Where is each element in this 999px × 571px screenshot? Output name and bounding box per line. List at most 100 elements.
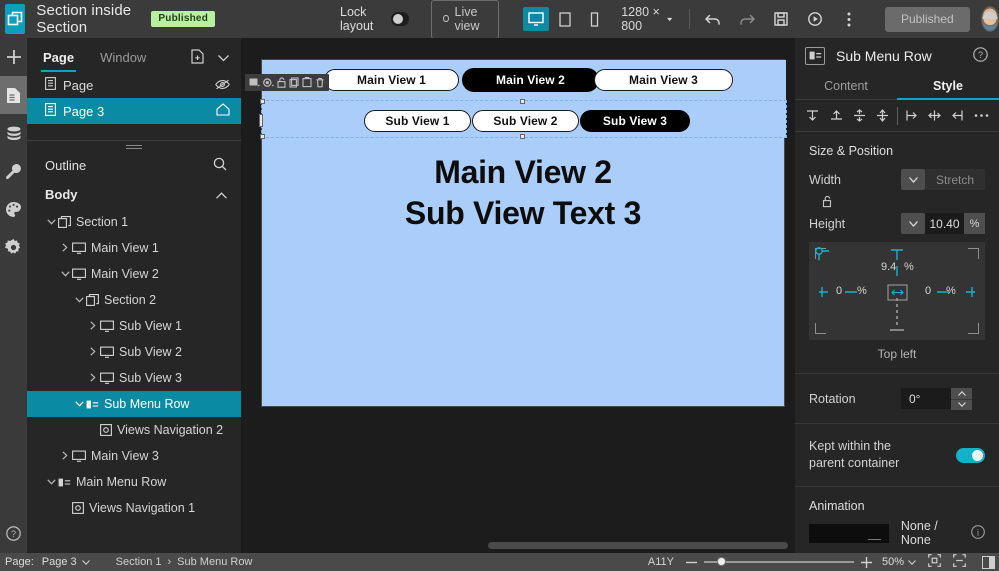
position-left-unit[interactable]: % (857, 285, 867, 297)
help-icon[interactable]: ? (0, 519, 27, 547)
height-mode-dropdown[interactable] (901, 213, 925, 234)
breadcrumb-item-1[interactable]: Sub Menu Row (177, 556, 252, 568)
live-view-button[interactable]: Live view (431, 0, 500, 39)
more-align-icon[interactable] (970, 104, 993, 128)
image-fill-icon[interactable] (249, 78, 260, 88)
page-list-item-selected[interactable]: Page 3 (27, 98, 241, 124)
canvas-tab-main-view-2[interactable]: Main View 2 (462, 68, 599, 92)
align-center-icon[interactable] (923, 104, 946, 128)
align-middle-icon[interactable] (824, 104, 847, 128)
canvas-area[interactable]: Main View 1 Main View 2 Main View 3 Sub … (241, 38, 795, 553)
canvas-tab-main-view-1[interactable]: Main View 1 (324, 69, 459, 91)
tree-caret-right-icon[interactable] (59, 450, 71, 462)
search-icon[interactable] (213, 157, 227, 174)
help-circle-icon[interactable]: ? (973, 46, 988, 65)
kept-within-toggle[interactable] (956, 447, 985, 463)
a11y-label[interactable]: A11Y (648, 556, 674, 568)
trash-icon[interactable] (315, 77, 325, 88)
animation-value[interactable]: None / None (901, 519, 971, 547)
gear-icon[interactable] (0, 228, 27, 266)
undo-icon[interactable] (703, 9, 723, 29)
eye-off-icon[interactable] (215, 78, 230, 93)
copy-icon[interactable] (289, 77, 299, 88)
app-logo-icon[interactable] (5, 4, 26, 34)
height-unit[interactable]: % (964, 213, 985, 234)
plus-icon[interactable] (0, 38, 27, 76)
tree-item-section-1[interactable]: Section 1 (27, 209, 241, 235)
align-left-icon[interactable] (899, 104, 922, 128)
lock-layout-toggle[interactable] (391, 12, 410, 26)
position-right-value[interactable]: 0 (925, 285, 931, 297)
height-value-input[interactable]: 10.40 (925, 213, 964, 234)
paste-icon[interactable] (302, 77, 312, 88)
rotation-stepper[interactable] (951, 387, 972, 410)
rotation-value-input[interactable]: 0° (901, 388, 951, 409)
tablet-icon[interactable] (552, 7, 578, 31)
wrench-icon[interactable] (0, 152, 27, 190)
info-icon[interactable]: i (971, 524, 985, 542)
save-icon[interactable] (771, 9, 791, 29)
animation-preview[interactable] (809, 523, 889, 543)
position-right-unit[interactable]: % (946, 285, 956, 297)
home-icon[interactable] (216, 103, 230, 119)
tree-item-sub-view-1[interactable]: Sub View 1 (27, 313, 241, 339)
tree-caret-down-icon[interactable] (45, 477, 57, 487)
breadcrumb-item-0[interactable]: Section 1 (116, 556, 162, 568)
tree-item-sub-menu-row[interactable]: Sub Menu Row (27, 391, 241, 417)
selection-handle[interactable] (259, 114, 263, 127)
tree-item-main-view-3[interactable]: Main View 3 (27, 443, 241, 469)
lock-layout-control[interactable]: Lock layout (340, 5, 410, 33)
width-mode-dropdown[interactable] (901, 169, 925, 190)
more-vertical-icon[interactable] (839, 9, 859, 29)
tab-window[interactable]: Window (100, 50, 146, 72)
panel-collapse-icon[interactable] (218, 51, 229, 65)
fit-screen-icon[interactable] (928, 554, 941, 570)
selection-handle[interactable] (520, 134, 525, 139)
tree-item-views-navigation-1[interactable]: Views Navigation 1 (27, 495, 241, 521)
tree-caret-right-icon[interactable] (87, 372, 99, 384)
tree-caret-down-icon[interactable] (73, 399, 85, 409)
tab-content[interactable]: Content (795, 73, 897, 99)
desktop-icon[interactable] (523, 7, 550, 31)
database-icon[interactable] (0, 114, 27, 152)
canvas-tab-sub-view-2[interactable]: Sub View 2 (472, 110, 579, 132)
position-editor[interactable]: 9.4 % 0 % 0 % (809, 242, 985, 340)
pages-icon[interactable] (0, 76, 27, 114)
canvas-tab-sub-view-3[interactable]: Sub View 3 (580, 110, 690, 132)
tree-item-main-view-2[interactable]: Main View 2 (27, 261, 241, 287)
zoom-slider[interactable] (685, 556, 872, 568)
position-left-value[interactable]: 0 (836, 285, 842, 297)
align-bottom-icon[interactable] (848, 104, 871, 128)
tree-item-section-2[interactable]: Section 2 (27, 287, 241, 313)
element-float-toolbar[interactable] (245, 74, 329, 91)
tree-item-sub-view-3[interactable]: Sub View 3 (27, 365, 241, 391)
toggle-panel-icon[interactable] (982, 555, 995, 569)
avatar[interactable] (980, 6, 999, 32)
canvas-tab-main-view-3[interactable]: Main View 3 (594, 69, 733, 91)
panel-resize-handle[interactable] (27, 141, 241, 150)
stepper-up-icon[interactable] (951, 387, 972, 399)
tab-page[interactable]: Page (40, 50, 77, 72)
status-page-selector[interactable]: Page 3 (42, 556, 90, 568)
tree-item-views-navigation-2[interactable]: Views Navigation 2 (27, 417, 241, 443)
tree-item-main-view-1[interactable]: Main View 1 (27, 235, 241, 261)
align-right-icon[interactable] (946, 104, 969, 128)
tree-item-sub-view-2[interactable]: Sub View 2 (27, 339, 241, 365)
canvas-horizontal-scrollbar[interactable] (488, 542, 788, 549)
unlock-icon[interactable] (822, 195, 833, 211)
play-icon[interactable] (805, 9, 825, 29)
add-page-icon[interactable] (191, 49, 204, 67)
tree-caret-right-icon[interactable] (87, 320, 99, 332)
unlock-icon[interactable] (277, 77, 286, 88)
palette-icon[interactable] (0, 190, 27, 228)
align-top-icon[interactable] (801, 104, 824, 128)
selection-handle[interactable] (520, 99, 525, 104)
body-header[interactable]: Body (27, 180, 241, 209)
page-list-item[interactable]: Page (27, 72, 241, 98)
color-fill-icon[interactable] (263, 77, 274, 88)
tree-item-main-menu-row[interactable]: Main Menu Row (27, 469, 241, 495)
stepper-down-icon[interactable] (951, 398, 972, 410)
redo-icon[interactable] (737, 9, 757, 29)
selection-handle[interactable] (260, 134, 265, 139)
align-stretch-icon[interactable] (871, 104, 894, 128)
